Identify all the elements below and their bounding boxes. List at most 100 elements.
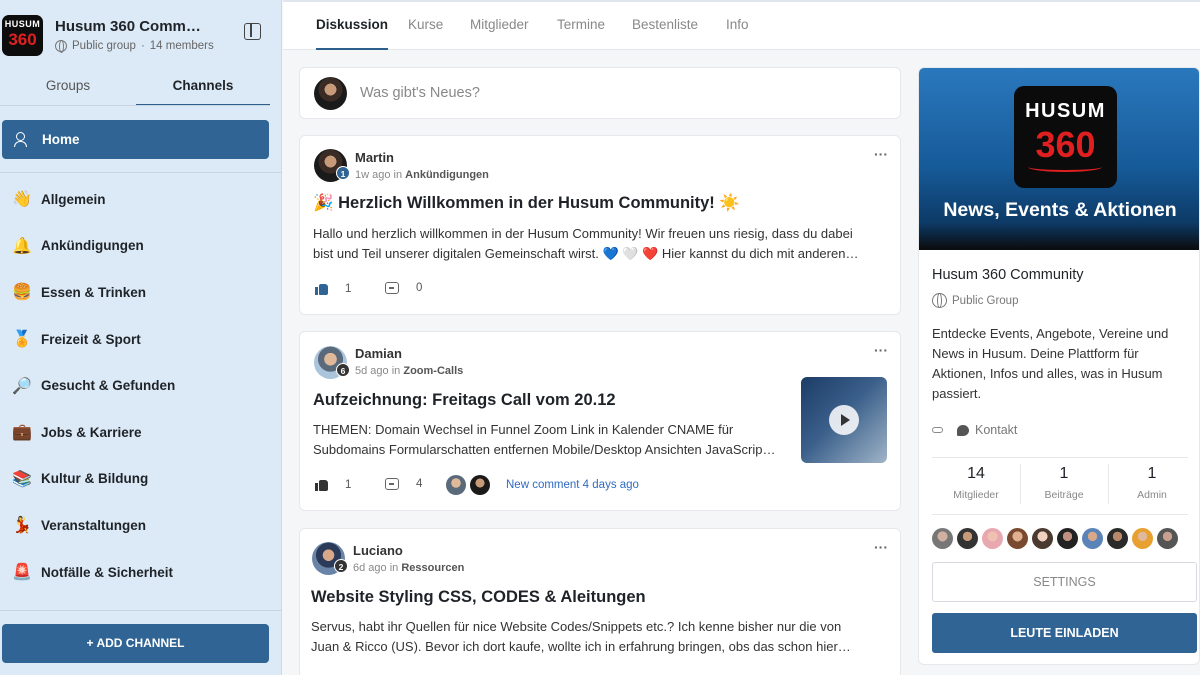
sidebar-item-kultur-bildung[interactable]: 📚 Kultur & Bildung [0, 456, 282, 503]
sidebar-item-home[interactable]: Home [2, 120, 269, 159]
avatar[interactable] [446, 475, 466, 495]
tab-diskussion[interactable]: Diskussion [316, 2, 389, 50]
add-channel-button[interactable]: + ADD CHANNEL [2, 624, 269, 663]
group-title[interactable]: Husum 360 Comm… [55, 18, 201, 35]
stat-admins[interactable]: 1 Admin [1108, 465, 1196, 501]
bell-icon: 🔔 [12, 235, 32, 255]
avatar[interactable] [1032, 528, 1053, 549]
post-channel[interactable]: Ankündigungen [405, 169, 489, 181]
dancer-icon: 💃 [12, 515, 32, 535]
channel-label: Kultur & Bildung [41, 471, 149, 487]
like-button[interactable]: 1 [315, 282, 351, 295]
banner-logo: HUSUM 360 [1014, 86, 1117, 188]
post-title[interactable]: 🎉 Herzlich Willkommen in der Husum Commu… [313, 194, 740, 213]
group-logo[interactable]: HUSUM 360 [2, 15, 43, 56]
post-body[interactable]: THEMEN: Domain Wechsel in Funnel Zoom Li… [313, 420, 791, 460]
sidebar-item-essen-trinken[interactable]: 🍔 Essen & Trinken [0, 269, 282, 316]
stat-label: Beiträge [1044, 489, 1084, 501]
avatar[interactable] [314, 77, 347, 110]
magnifier-icon: 🔎 [12, 375, 32, 395]
stat-members[interactable]: 14 Mitglieder [932, 465, 1020, 501]
chat-bubble-icon [957, 424, 969, 436]
comment-icon [385, 282, 399, 294]
sidebar-item-label: Home [42, 132, 80, 147]
stat-number: 14 [967, 465, 985, 482]
post-author[interactable]: Luciano [353, 543, 403, 558]
link-icon[interactable] [932, 427, 943, 433]
tab-bestenliste[interactable]: Bestenliste [632, 2, 698, 50]
more-options-icon[interactable]: ··· [874, 539, 888, 555]
group-meta: Public group · 14 members [55, 40, 214, 53]
sidebar-item-jobs-karriere[interactable]: 💼 Jobs & Karriere [0, 409, 282, 456]
meta-in: in [391, 365, 401, 377]
recent-commenters[interactable]: New comment 4 days ago [446, 475, 639, 495]
avatar[interactable] [1132, 528, 1153, 549]
channel-label: Notfälle & Sicherheit [41, 564, 174, 580]
post-title[interactable]: Website Styling CSS, CODES & Aleitungen [311, 588, 646, 607]
post-channel[interactable]: Ressourcen [401, 562, 464, 574]
sidebar-item-allgemein[interactable]: 👋 Allgemein [0, 176, 282, 223]
collapse-sidebar-icon[interactable] [244, 23, 261, 40]
tab-mitglieder[interactable]: Mitglieder [470, 2, 529, 50]
avatar[interactable] [957, 528, 978, 549]
channel-label: Gesucht & Gefunden [41, 378, 176, 394]
post-composer[interactable]: Was gibt's Neues? [299, 67, 901, 119]
post-author[interactable]: Martin [355, 150, 394, 165]
post-card[interactable]: 2 Luciano 6d ago in Ressourcen ··· Websi… [299, 528, 901, 675]
about-links: Kontakt [932, 423, 1017, 437]
comment-button[interactable]: 4 [385, 478, 422, 490]
post-body-line: Juan & Ricco (US). Bevor ich dort kaufe,… [311, 639, 851, 654]
play-icon[interactable] [829, 405, 859, 435]
more-options-icon[interactable]: ··· [874, 342, 888, 358]
about-description: Entdecke Events, Angebote, Vereine und N… [932, 326, 1169, 401]
post-channel[interactable]: Zoom-Calls [403, 365, 463, 377]
divider [932, 457, 1188, 458]
channel-list: 👋 Allgemein 🔔 Ankündigungen 🍔 Essen & Trink… [0, 176, 282, 610]
new-comment-link[interactable]: New comment 4 days ago [506, 479, 639, 491]
avatar[interactable] [1107, 528, 1128, 549]
more-options-icon[interactable]: ··· [874, 146, 888, 162]
logo-swoosh [1028, 162, 1102, 172]
channel-label: Allgemein [41, 191, 106, 207]
comment-button[interactable]: 0 [385, 282, 422, 294]
avatar[interactable] [1157, 528, 1178, 549]
avatar[interactable] [932, 528, 953, 549]
stat-label: Mitglieder [953, 489, 999, 501]
siren-icon: 🚨 [12, 562, 32, 582]
post-body[interactable]: Servus, habt ihr Quellen für nice Websit… [311, 617, 871, 657]
channel-label: Essen & Trinken [41, 284, 147, 300]
settings-button[interactable]: SETTINGS [932, 562, 1197, 602]
tab-groups[interactable]: Groups [0, 68, 136, 106]
avatar[interactable] [1057, 528, 1078, 549]
sidebar-item-ankuendigungen[interactable]: 🔔 Ankündigungen [0, 223, 282, 270]
tab-termine[interactable]: Termine [557, 2, 605, 50]
post-body[interactable]: Hallo und herzlich willkommen in der Hus… [313, 224, 873, 264]
sidebar-item-freizeit-sport[interactable]: 🏅 Freizeit & Sport [0, 316, 282, 363]
video-thumbnail[interactable] [801, 377, 887, 463]
contact-link[interactable]: Kontakt [957, 423, 1017, 437]
invite-people-button[interactable]: LEUTE EINLADEN [932, 613, 1197, 653]
thumbs-up-icon [315, 282, 329, 295]
sidebar-item-gesucht-gefunden[interactable]: 🔎 Gesucht & Gefunden [0, 362, 282, 409]
post-card[interactable]: 6 Damian 5d ago in Zoom-Calls ··· Aufzei… [299, 331, 901, 511]
like-button[interactable]: 1 [315, 478, 351, 491]
avatar[interactable] [982, 528, 1003, 549]
post-time: 6d ago [353, 562, 387, 574]
stat-number: 1 [1147, 465, 1157, 482]
avatar[interactable] [1082, 528, 1103, 549]
sidebar-item-veranstaltungen[interactable]: 💃 Veranstaltungen [0, 502, 282, 549]
avatar[interactable] [470, 475, 490, 495]
post-title[interactable]: Aufzeichnung: Freitags Call vom 20.12 [313, 391, 616, 410]
sidebar-item-notfaelle-sicherheit[interactable]: 🚨 Notfälle & Sicherheit [0, 549, 282, 596]
avatar[interactable] [1007, 528, 1028, 549]
group-member-count[interactable]: 14 members [150, 40, 214, 52]
composer-input[interactable]: Was gibt's Neues? [360, 85, 480, 101]
tab-kurse[interactable]: Kurse [408, 2, 443, 50]
stat-posts[interactable]: 1 Beiträge [1020, 465, 1108, 501]
post-card[interactable]: 1 Martin 1w ago in Ankündigungen ··· 🎉 H… [299, 135, 901, 315]
tab-channels[interactable]: Channels [136, 68, 270, 106]
about-type: Public Group [932, 293, 1018, 308]
stat-number: 1 [1059, 465, 1069, 482]
post-author[interactable]: Damian [355, 346, 402, 361]
tab-info[interactable]: Info [726, 2, 749, 50]
